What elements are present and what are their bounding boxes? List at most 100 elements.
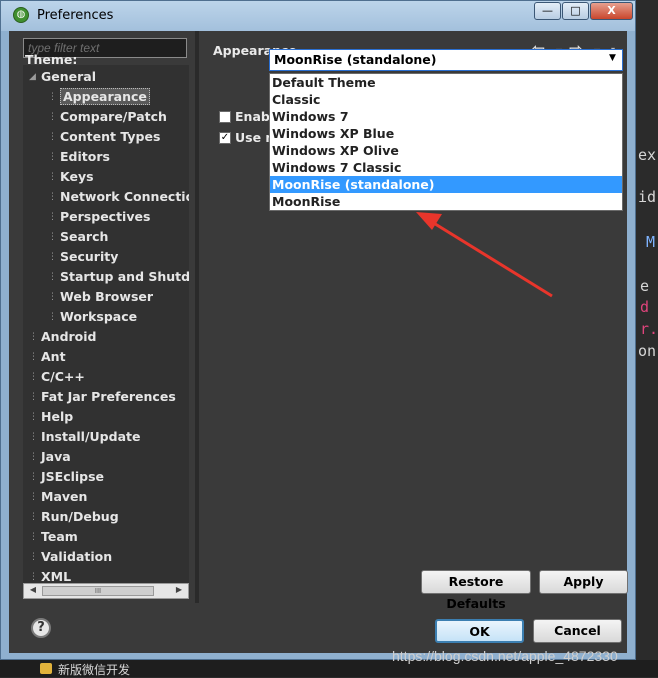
tree-item[interactable]: ⋮ Validation	[29, 547, 113, 567]
tree-item-label: Validation	[41, 549, 113, 564]
tree-item-label: Perspectives	[60, 209, 151, 224]
tree-item-label: Install/Update	[41, 429, 141, 444]
tree-item[interactable]: ⋮ Editors	[48, 147, 110, 167]
tree-item[interactable]: ⋮ Android	[29, 327, 97, 347]
tree-horizontal-scrollbar[interactable]: ◀ III ▶	[23, 583, 189, 599]
tree-item[interactable]: ⋮ Web Browser	[48, 287, 154, 307]
apply-button[interactable]: Apply	[539, 570, 628, 594]
tree-item-label: General	[41, 69, 96, 84]
tree-expand-icon[interactable]: ⋮	[48, 127, 57, 147]
tree-item[interactable]: ⋮Startup and Shutdown	[48, 267, 189, 287]
tree-item[interactable]: ⋮ Content Types	[48, 127, 161, 147]
tree-item[interactable]: ◢ General	[29, 67, 96, 87]
tree-expand-icon[interactable]: ⋮	[29, 507, 38, 527]
scrollbar-thumb[interactable]: III	[42, 586, 154, 596]
title-bar[interactable]: ◍ Preferences — □ X	[1, 1, 635, 31]
tree-expand-icon[interactable]: ⋮	[48, 87, 57, 107]
chevron-down-icon[interactable]: ▼	[609, 53, 619, 63]
tree-expand-icon[interactable]: ⋮	[29, 347, 38, 367]
bg-code-fragment: r.	[640, 320, 658, 338]
watermark-text: https://blog.csdn.net/apple_4872330	[392, 648, 618, 664]
tree-expand-icon[interactable]: ⋮	[29, 427, 38, 447]
scroll-left-icon[interactable]: ◀	[26, 585, 40, 597]
tree-item[interactable]: ⋮ Compare/Patch	[48, 107, 167, 127]
maximize-button[interactable]: □	[562, 2, 589, 20]
tree-expand-icon[interactable]: ⋮	[48, 247, 57, 267]
panel-sash[interactable]	[195, 31, 199, 603]
theme-option[interactable]: Windows XP Blue	[270, 125, 622, 142]
bg-code-fragment: on	[638, 342, 657, 360]
tree-collapse-icon[interactable]: ◢	[29, 67, 36, 87]
tree-expand-icon[interactable]: ⋮	[29, 407, 38, 427]
theme-option[interactable]: Windows 7 Classic	[270, 159, 622, 176]
tree-item-label: Search	[60, 229, 109, 244]
tree-item[interactable]: ⋮ Install/Update	[29, 427, 141, 447]
tree-item[interactable]: ⋮ Keys	[48, 167, 94, 187]
tree-item[interactable]: ⋮ Perspectives	[48, 207, 151, 227]
tree-item[interactable]: ⋮ Help	[29, 407, 73, 427]
theme-option[interactable]: MoonRise	[270, 193, 622, 210]
tree-expand-icon[interactable]: ⋮	[48, 307, 57, 327]
scroll-right-icon[interactable]: ▶	[172, 585, 186, 597]
enable-animations-checkbox[interactable]	[219, 111, 231, 123]
folder-icon	[40, 663, 52, 674]
tree-expand-icon[interactable]: ⋮	[29, 387, 38, 407]
tree-expand-icon[interactable]: ⋮	[48, 187, 57, 207]
tree-item[interactable]: ⋮ Appearance	[48, 87, 150, 107]
tree-item[interactable]: ⋮ Run/Debug	[29, 507, 119, 527]
tree-item[interactable]: ⋮ Network Connection	[48, 187, 189, 207]
tree-item-label: Editors	[60, 149, 110, 164]
tree-expand-icon[interactable]: ⋮	[48, 167, 57, 187]
tree-item-label: Keys	[60, 169, 94, 184]
theme-dropdown-list[interactable]: Default Theme Classic Windows 7 Windows XP …	[269, 73, 623, 211]
tree-item[interactable]: ⋮ Maven	[29, 487, 87, 507]
tree-item-label: Java	[41, 449, 71, 464]
minimize-button[interactable]: —	[534, 2, 561, 20]
tree-expand-icon[interactable]: ⋮	[48, 267, 57, 287]
tree-expand-icon[interactable]: ⋮	[29, 327, 38, 347]
theme-option[interactable]: Default Theme	[270, 74, 622, 91]
bg-code-fragment: ex	[638, 146, 657, 164]
tree-expand-icon[interactable]: ⋮	[48, 287, 57, 307]
tree-item-label: Workspace	[60, 309, 138, 324]
window-title: Preferences	[37, 8, 114, 23]
tree-expand-icon[interactable]: ⋮	[48, 107, 57, 127]
tree-item[interactable]: ⋮ Ant	[29, 347, 66, 367]
tree-expand-icon[interactable]: ⋮	[29, 367, 38, 387]
ok-button[interactable]: OK	[435, 619, 524, 643]
theme-option[interactable]: Classic	[270, 91, 622, 108]
tree-expand-icon[interactable]: ⋮	[29, 447, 38, 467]
tree-item[interactable]: ⋮ Search	[48, 227, 109, 247]
tree-expand-icon[interactable]: ⋮	[48, 227, 57, 247]
theme-option[interactable]: MoonRise (standalone)	[270, 176, 622, 193]
tree-expand-icon[interactable]: ⋮	[29, 467, 38, 487]
taskbar-item-label: 新版微信开发	[58, 663, 131, 677]
tree-item-label: Startup and Shutdown	[60, 269, 189, 284]
restore-defaults-button[interactable]: Restore Defaults	[421, 570, 531, 611]
tree-item[interactable]: ⋮ Security	[48, 247, 118, 267]
cancel-button[interactable]: Cancel	[533, 619, 622, 643]
tree-item[interactable]: ⋮ Java	[29, 447, 71, 467]
theme-option[interactable]: Windows 7	[270, 108, 622, 125]
tree-expand-icon[interactable]: ⋮	[29, 487, 38, 507]
preference-tree[interactable]: ◢ General ⋮ Appearance ⋮ Compare/Patch ⋮ Conten…	[23, 65, 189, 597]
tree-item[interactable]: ⋮ JSEclipse	[29, 467, 104, 487]
tree-item-label: XML	[41, 569, 72, 584]
tree-item[interactable]: ⋮ C/C++	[29, 367, 85, 387]
tree-expand-icon[interactable]: ⋮	[48, 147, 57, 167]
theme-combo[interactable]: MoonRise (standalone) ▼	[269, 49, 623, 71]
tree-item-label: Run/Debug	[41, 509, 119, 524]
tree-expand-icon[interactable]: ⋮	[29, 527, 38, 547]
tree-item[interactable]: ⋮ Workspace	[48, 307, 138, 327]
use-mixed-fonts-checkbox[interactable]: ✓	[219, 132, 231, 144]
tree-item[interactable]: ⋮ Team	[29, 527, 78, 547]
tree-item-label: Team	[41, 529, 78, 544]
close-button[interactable]: X	[590, 2, 633, 20]
help-icon[interactable]: ?	[31, 618, 51, 638]
tree-item-label: Content Types	[60, 129, 161, 144]
tree-item[interactable]: ⋮ Fat Jar Preferences	[29, 387, 176, 407]
tree-item-label: Web Browser	[60, 289, 154, 304]
tree-expand-icon[interactable]: ⋮	[48, 207, 57, 227]
theme-option[interactable]: Windows XP Olive	[270, 142, 622, 159]
tree-expand-icon[interactable]: ⋮	[29, 547, 38, 567]
